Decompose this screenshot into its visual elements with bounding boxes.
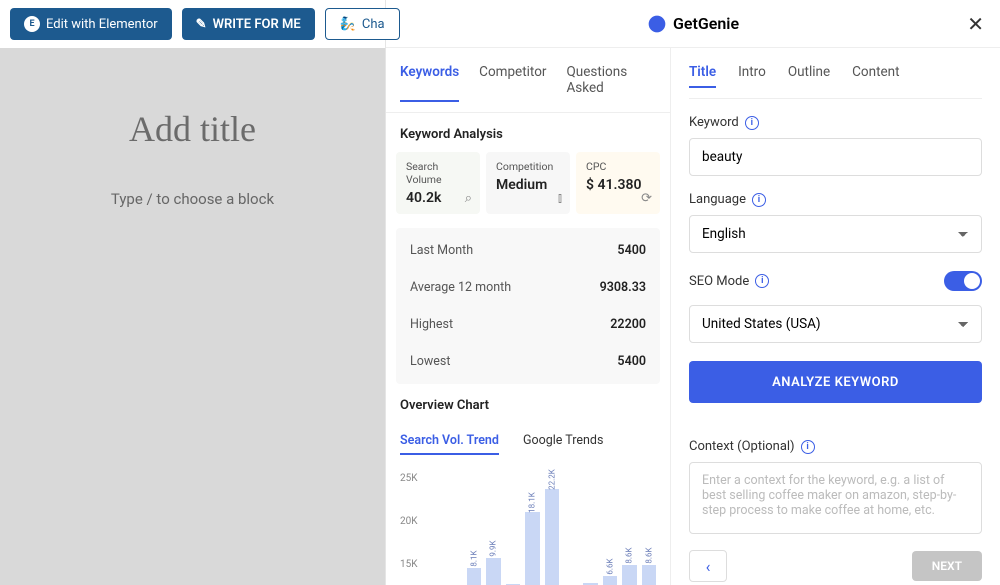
elementor-icon: E	[24, 16, 40, 32]
metric-cpc: CPC$ 41.380⟳	[576, 152, 660, 214]
search-icon: ⌕	[465, 191, 472, 206]
chart-tab-google-trends[interactable]: Google Trends	[523, 433, 603, 455]
tab-content[interactable]: Content	[852, 64, 899, 88]
country-select[interactable]: United States (USA)	[689, 305, 982, 343]
tab-questions[interactable]: Questions Asked	[566, 64, 656, 102]
refresh-icon[interactable]: ⟳	[641, 191, 652, 206]
chevron-left-icon: ‹	[706, 557, 711, 576]
info-icon[interactable]: i	[752, 193, 766, 207]
language-label: Languagei	[689, 192, 982, 207]
chart-y-axis: 25K20K15K10K	[400, 473, 418, 585]
metric-competition: CompetitionMedium⫾	[486, 152, 570, 214]
search-volume-chart: 25K20K15K10K 8.1K9.9K18.1K22.2K6.6K8.6K8…	[386, 463, 670, 585]
language-select[interactable]: English	[689, 215, 982, 253]
stat-highest: Highest22200	[396, 306, 660, 343]
chart-bar: 18.1K	[525, 512, 539, 585]
tab-outline[interactable]: Outline	[788, 64, 830, 88]
tab-keywords[interactable]: Keywords	[400, 64, 459, 102]
chart-bar: 8.1K	[467, 568, 481, 585]
left-tabs: Keywords Competitor Questions Asked	[386, 48, 670, 113]
stat-average: Average 12 month9308.33	[396, 269, 660, 306]
top-toolbar: EEdit with Elementor ✎WRITE FOR ME 🧞Cha	[0, 0, 1000, 48]
chart-bar: 8.6K	[642, 565, 656, 585]
tab-competitor[interactable]: Competitor	[479, 64, 546, 102]
context-textarea[interactable]	[689, 462, 982, 534]
tab-intro[interactable]: Intro	[738, 64, 766, 88]
edit-elementor-button[interactable]: EEdit with Elementor	[10, 8, 172, 40]
metrics-row: Search Volume40.2k⌕ CompetitionMedium⫾ C…	[386, 152, 670, 214]
pencil-icon: ✎	[196, 17, 207, 32]
tab-title[interactable]: Title	[689, 64, 716, 88]
genie-icon: 🧞	[340, 17, 356, 32]
stat-last-month: Last Month5400	[396, 232, 660, 269]
block-placeholder[interactable]: Type / to choose a block	[111, 190, 274, 208]
chart-bar: 22.2K	[545, 489, 559, 585]
title-input-placeholder[interactable]: Add title	[129, 108, 256, 150]
keyword-input[interactable]	[689, 138, 982, 176]
back-button[interactable]: ‹	[689, 550, 727, 582]
analyze-keyword-button[interactable]: ANALYZE KEYWORD	[689, 361, 982, 403]
seo-mode-label: SEO Modei	[689, 274, 769, 289]
chart-tabs: Search Vol. Trend Google Trends	[386, 423, 670, 463]
form-column: Title Intro Outline Content Keywordi Lan…	[671, 48, 1000, 585]
chart-bar: 9.9K	[486, 558, 500, 585]
analysis-title: Keyword Analysis	[386, 113, 670, 152]
bars-icon: ⫾	[558, 191, 562, 206]
right-tabs: Title Intro Outline Content	[689, 48, 982, 99]
editor-canvas[interactable]: Add title Type / to choose a block	[0, 48, 385, 585]
getgenie-panel: GetGenie ✕ Keywords Competitor Questions…	[385, 0, 1000, 585]
chart-bars: 8.1K 9.9K 18.1K 22.2K 6.6K 8.6K 8.6K	[428, 473, 656, 585]
chart-tab-search-vol[interactable]: Search Vol. Trend	[400, 433, 499, 455]
context-label: Context (Optional)i	[689, 439, 982, 454]
info-icon[interactable]: i	[745, 116, 759, 130]
metric-search-volume: Search Volume40.2k⌕	[396, 152, 480, 214]
chat-button[interactable]: 🧞Cha	[325, 8, 400, 40]
chart-bar: 8.6K	[622, 565, 636, 585]
overview-title: Overview Chart	[386, 384, 670, 423]
info-icon[interactable]: i	[801, 440, 815, 454]
write-for-me-button[interactable]: ✎WRITE FOR ME	[182, 8, 315, 40]
stats-box: Last Month5400 Average 12 month9308.33 H…	[396, 228, 660, 384]
stat-lowest: Lowest5400	[396, 343, 660, 380]
seo-mode-toggle[interactable]	[944, 271, 982, 291]
chart-bar: 6.6K	[603, 576, 617, 585]
info-icon[interactable]: i	[755, 274, 769, 288]
next-button[interactable]: NEXT	[912, 551, 982, 581]
keyword-label: Keywordi	[689, 115, 982, 130]
analysis-column: Keywords Competitor Questions Asked Keyw…	[386, 48, 671, 585]
